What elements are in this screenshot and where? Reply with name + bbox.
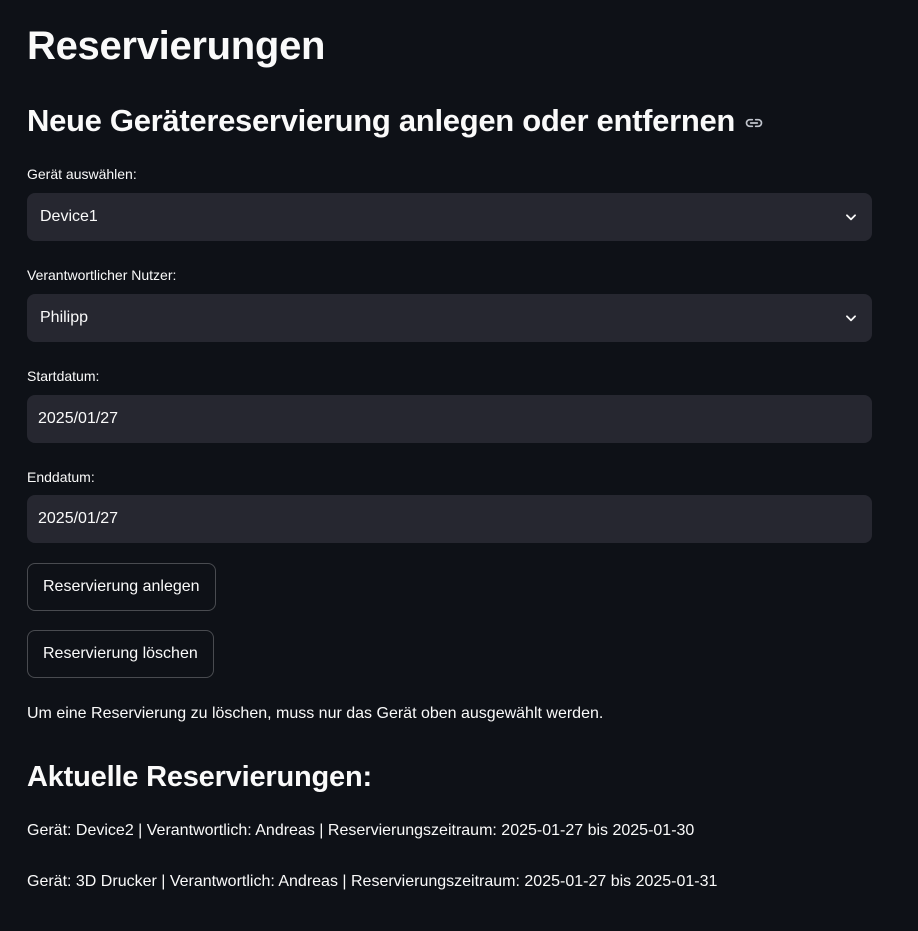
device-select-value: Device1 <box>40 208 98 225</box>
device-label: Gerät auswählen: <box>27 166 137 182</box>
delete-reservation-button[interactable]: Reservierung löschen <box>27 630 214 678</box>
chevron-down-icon <box>843 310 859 326</box>
current-reservations-title: Aktuelle Reservierungen: <box>27 761 372 793</box>
end-date-value: 2025/01/27 <box>38 510 119 527</box>
info-text: Um eine Reservierung zu löschen, muss nu… <box>27 705 604 722</box>
reservation-item: Gerät: 3D Drucker | Verantwortlich: Andr… <box>27 873 718 890</box>
start-date-label: Startdatum: <box>27 368 100 384</box>
user-label: Verantwortlicher Nutzer: <box>27 267 177 283</box>
user-select-value: Philipp <box>40 309 89 326</box>
chevron-down-icon <box>843 209 859 225</box>
section-title: Neue Gerätereservierung anlegen oder ent… <box>27 100 764 142</box>
user-select[interactable]: Philipp <box>27 294 872 342</box>
reservation-item: Gerät: Device2 | Verantwortlich: Andreas… <box>27 822 695 839</box>
page-title: Reservierungen <box>27 24 326 68</box>
start-date-input[interactable]: 2025/01/27 <box>27 395 872 443</box>
end-date-label: Enddatum: <box>27 469 95 485</box>
link-icon[interactable] <box>744 113 764 133</box>
create-reservation-button[interactable]: Reservierung anlegen <box>27 563 216 611</box>
start-date-value: 2025/01/27 <box>38 410 119 427</box>
end-date-input[interactable]: 2025/01/27 <box>27 495 872 543</box>
section-title-text: Neue Gerätereservierung anlegen oder ent… <box>27 103 736 138</box>
device-select[interactable]: Device1 <box>27 193 872 241</box>
